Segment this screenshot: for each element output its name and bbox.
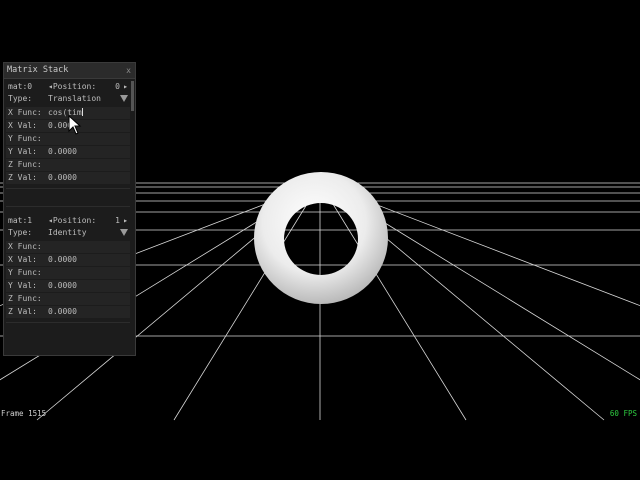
y-func-label: Y Func: xyxy=(8,134,42,143)
divider xyxy=(6,206,130,207)
y-val-field-0[interactable]: Y Val: 0.0000 xyxy=(6,146,130,158)
type-select-1[interactable]: Type: Identity xyxy=(6,227,130,239)
right-arrow-icon[interactable]: ▸ xyxy=(123,215,128,227)
x-val-input[interactable]: 0.0000 xyxy=(48,254,77,266)
z-func-field-1[interactable]: Z Func: xyxy=(6,293,130,305)
right-arrow-icon[interactable]: ▸ xyxy=(123,81,128,93)
close-icon[interactable]: x xyxy=(126,63,131,78)
panel-title: Matrix Stack xyxy=(7,65,69,75)
z-val-input[interactable]: 0.0000 xyxy=(48,306,77,318)
position-stepper[interactable]: ◂Position: xyxy=(48,215,96,227)
z-func-field-0[interactable]: Z Func: xyxy=(6,159,130,171)
y-func-label: Y Func: xyxy=(8,268,42,277)
type-select-0[interactable]: Type: Translation xyxy=(6,93,130,105)
panel-title-bar[interactable]: Matrix Stack x xyxy=(4,63,135,79)
chevron-down-icon[interactable] xyxy=(120,95,128,102)
z-val-input[interactable]: 0.0000 xyxy=(48,172,77,184)
matrix-stack-panel[interactable]: Matrix Stack x mat:0 ◂Position: 0 ▸ Type… xyxy=(3,62,136,356)
frame-counter: Frame 1515 xyxy=(1,409,47,418)
chevron-down-icon[interactable] xyxy=(120,229,128,236)
y-func-field-1[interactable]: Y Func: xyxy=(6,267,130,279)
z-val-label: Z Val: xyxy=(8,307,37,316)
x-func-field-1[interactable]: X Func: xyxy=(6,241,130,253)
fps-counter: 60 FPS xyxy=(609,409,637,418)
divider xyxy=(6,188,130,189)
y-val-label: Y Val: xyxy=(8,147,37,156)
torus xyxy=(254,172,388,304)
type-label: Type: xyxy=(8,228,33,237)
position-stepper[interactable]: ◂Position: xyxy=(48,81,96,93)
z-func-label: Z Func: xyxy=(8,294,42,303)
type-value[interactable]: Translation xyxy=(48,93,101,105)
panel-scrollbar[interactable] xyxy=(131,81,134,111)
position-value: 0 xyxy=(115,82,120,91)
type-value[interactable]: Identity xyxy=(48,227,87,239)
x-func-label: X Func: xyxy=(8,242,42,251)
matrix-id: mat:1 xyxy=(8,216,33,225)
z-val-label: Z Val: xyxy=(8,173,37,182)
y-val-input[interactable]: 0.0000 xyxy=(48,146,77,158)
matrix-header-1: mat:1 ◂Position: 1 ▸ xyxy=(6,215,130,227)
type-label: Type: xyxy=(8,94,33,103)
z-val-field-1[interactable]: Z Val: 0.0000 xyxy=(6,306,130,318)
position-value: 1 xyxy=(115,216,120,225)
matrix-header-0: mat:0 ◂Position: 0 ▸ xyxy=(6,81,130,93)
z-val-field-0[interactable]: Z Val: 0.0000 xyxy=(6,172,130,184)
mouse-pointer-icon xyxy=(68,115,82,135)
matrix-id: mat:0 xyxy=(8,82,33,91)
x-func-label: X Func: xyxy=(8,108,42,117)
x-val-field-1[interactable]: X Val: 0.0000 xyxy=(6,254,130,266)
y-val-field-1[interactable]: Y Val: 0.0000 xyxy=(6,280,130,292)
y-val-label: Y Val: xyxy=(8,281,37,290)
z-func-label: Z Func: xyxy=(8,160,42,169)
x-val-label: X Val: xyxy=(8,121,37,130)
divider xyxy=(6,322,130,323)
x-val-label: X Val: xyxy=(8,255,37,264)
y-val-input[interactable]: 0.0000 xyxy=(48,280,77,292)
